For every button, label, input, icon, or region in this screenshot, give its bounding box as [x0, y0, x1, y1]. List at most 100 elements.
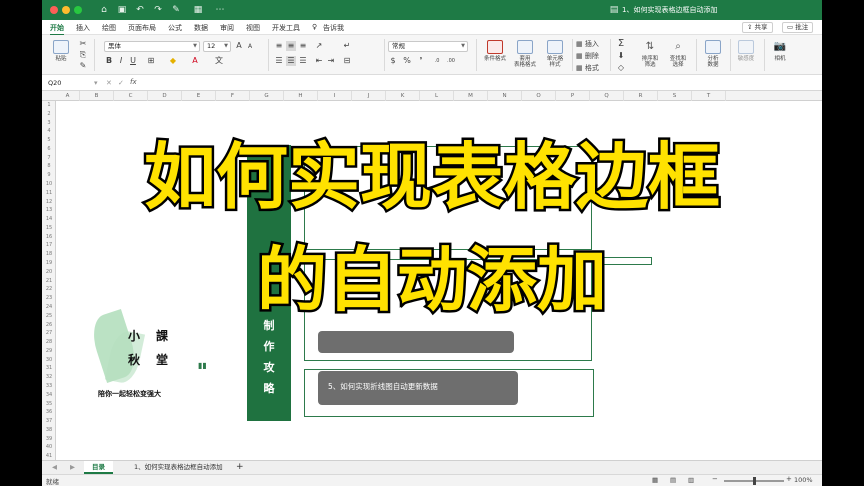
- close-window-button[interactable]: [50, 6, 58, 14]
- font-color-icon[interactable]: A: [190, 56, 200, 66]
- column-header[interactable]: E: [182, 91, 216, 101]
- row-header[interactable]: 37: [42, 417, 56, 426]
- zoom-out-icon[interactable]: −: [712, 475, 718, 483]
- font-name-select[interactable]: 黑体 ▼: [104, 41, 200, 52]
- sort-filter-button[interactable]: ⇅ 排序和 筛选: [636, 40, 664, 68]
- column-header[interactable]: J: [352, 91, 386, 101]
- redo-icon[interactable]: ↷: [152, 4, 164, 16]
- zoom-slider[interactable]: [724, 477, 784, 485]
- row-header[interactable]: 28: [42, 338, 56, 347]
- row-header[interactable]: 36: [42, 408, 56, 417]
- save-icon[interactable]: ▣: [116, 4, 128, 16]
- tell-me-icon[interactable]: ♀: [312, 23, 317, 31]
- sheet-tab-lesson-1[interactable]: 1、如何实现表格边框自动添加: [126, 461, 231, 474]
- decrease-font-icon[interactable]: A: [245, 42, 255, 52]
- share-button[interactable]: ⇪ 共享: [742, 22, 773, 33]
- copy-icon[interactable]: ⎘: [78, 50, 88, 60]
- align-center-icon[interactable]: ☰: [286, 56, 296, 66]
- increase-font-icon[interactable]: A: [234, 41, 244, 51]
- row-header[interactable]: 26: [42, 321, 56, 330]
- column-header[interactable]: R: [624, 91, 658, 101]
- comma-style-icon[interactable]: ❜: [416, 56, 426, 66]
- fill-icon[interactable]: ⬇: [616, 51, 626, 61]
- tab-formulas[interactable]: 公式: [168, 23, 182, 33]
- menu-item-5[interactable]: 5、如何实现折线图自动更新数据: [318, 371, 518, 405]
- underline-icon[interactable]: U: [128, 56, 138, 66]
- column-header[interactable]: A: [56, 91, 80, 101]
- formula-input[interactable]: [146, 78, 816, 89]
- column-header[interactable]: D: [148, 91, 182, 101]
- row-header[interactable]: 41: [42, 452, 56, 460]
- clear-icon[interactable]: ◇: [616, 63, 626, 73]
- align-right-icon[interactable]: ☰: [298, 56, 308, 66]
- column-header[interactable]: M: [454, 91, 488, 101]
- align-bottom-icon[interactable]: ≡: [298, 41, 308, 51]
- analyze-data-button[interactable]: 分析 数据: [700, 40, 726, 68]
- paste-button[interactable]: 粘贴: [48, 40, 74, 62]
- tab-data[interactable]: 数据: [194, 23, 208, 33]
- confirm-entry-icon[interactable]: ✓: [118, 79, 124, 87]
- tab-insert[interactable]: 插入: [76, 23, 90, 33]
- column-header[interactable]: C: [114, 91, 148, 101]
- page-break-view-icon[interactable]: ▥: [688, 476, 694, 484]
- wrap-text-icon[interactable]: ↵: [342, 41, 352, 51]
- column-header[interactable]: H: [284, 91, 318, 101]
- camera-button[interactable]: 📷 相机: [768, 40, 792, 62]
- tab-developer[interactable]: 开发工具: [272, 23, 300, 33]
- zoom-slider-thumb[interactable]: [752, 477, 756, 485]
- home-icon[interactable]: ⌂: [98, 4, 110, 16]
- comment-button[interactable]: ▭ 批注: [782, 22, 814, 33]
- column-header[interactable]: I: [318, 91, 352, 101]
- phonetic-icon[interactable]: 文: [214, 56, 224, 66]
- number-format-select[interactable]: 常规 ▼: [388, 41, 468, 52]
- tab-draw[interactable]: 绘图: [102, 23, 116, 33]
- orientation-icon[interactable]: ↗: [314, 41, 324, 51]
- borders-icon[interactable]: ⊞: [146, 56, 156, 66]
- brush-icon[interactable]: ✎: [170, 4, 182, 16]
- sheet-tab-directory[interactable]: 目录: [84, 461, 113, 474]
- decrease-decimal-icon[interactable]: .00: [446, 56, 456, 66]
- row-header[interactable]: 2: [42, 110, 56, 119]
- add-sheet-icon[interactable]: +: [228, 461, 252, 474]
- format-cells-button[interactable]: ▦ 格式: [576, 63, 599, 73]
- conditional-format-button[interactable]: 条件格式: [480, 40, 510, 62]
- tell-me-field[interactable]: 告诉我: [323, 23, 344, 33]
- row-header[interactable]: 30: [42, 356, 56, 365]
- row-header[interactable]: 29: [42, 347, 56, 356]
- column-header[interactable]: T: [692, 91, 726, 101]
- autosum-icon[interactable]: Σ: [616, 39, 626, 49]
- column-header[interactable]: Q: [590, 91, 624, 101]
- column-header[interactable]: F: [216, 91, 250, 101]
- column-header[interactable]: L: [420, 91, 454, 101]
- row-header[interactable]: 39: [42, 435, 56, 444]
- row-header[interactable]: 33: [42, 382, 56, 391]
- currency-icon[interactable]: $: [388, 56, 398, 66]
- page-layout-view-icon[interactable]: ▤: [670, 476, 676, 484]
- row-header[interactable]: 27: [42, 329, 56, 338]
- column-header[interactable]: S: [658, 91, 692, 101]
- name-box[interactable]: Q20: [46, 78, 94, 89]
- format-painter-icon[interactable]: ✎: [78, 61, 88, 71]
- indent-increase-icon[interactable]: ⇥: [326, 56, 336, 66]
- align-top-icon[interactable]: ≡: [274, 41, 284, 51]
- insert-function-icon[interactable]: fx: [130, 78, 137, 86]
- insert-cells-button[interactable]: ▦ 插入: [576, 39, 599, 49]
- column-header[interactable]: N: [488, 91, 522, 101]
- align-left-icon[interactable]: ☰: [274, 56, 284, 66]
- row-header[interactable]: 4: [42, 127, 56, 136]
- column-header[interactable]: K: [386, 91, 420, 101]
- tab-review[interactable]: 审阅: [220, 23, 234, 33]
- menu-item-4[interactable]: [318, 331, 514, 353]
- cell-style-button[interactable]: 单元格 样式: [540, 40, 570, 68]
- row-header[interactable]: 15: [42, 224, 56, 233]
- column-header[interactable]: B: [80, 91, 114, 101]
- align-middle-icon[interactable]: ≡: [286, 41, 296, 51]
- normal-view-icon[interactable]: ▦: [652, 476, 658, 484]
- find-select-button[interactable]: ⌕ 查找和 选择: [664, 40, 692, 68]
- bold-icon[interactable]: B: [104, 56, 114, 66]
- row-header[interactable]: 31: [42, 364, 56, 373]
- sheet-nav-next-icon[interactable]: ▶: [62, 461, 83, 474]
- grid-icon[interactable]: ▦: [192, 4, 204, 16]
- row-header[interactable]: 32: [42, 373, 56, 382]
- sensitivity-button[interactable]: 敏感度: [732, 40, 760, 62]
